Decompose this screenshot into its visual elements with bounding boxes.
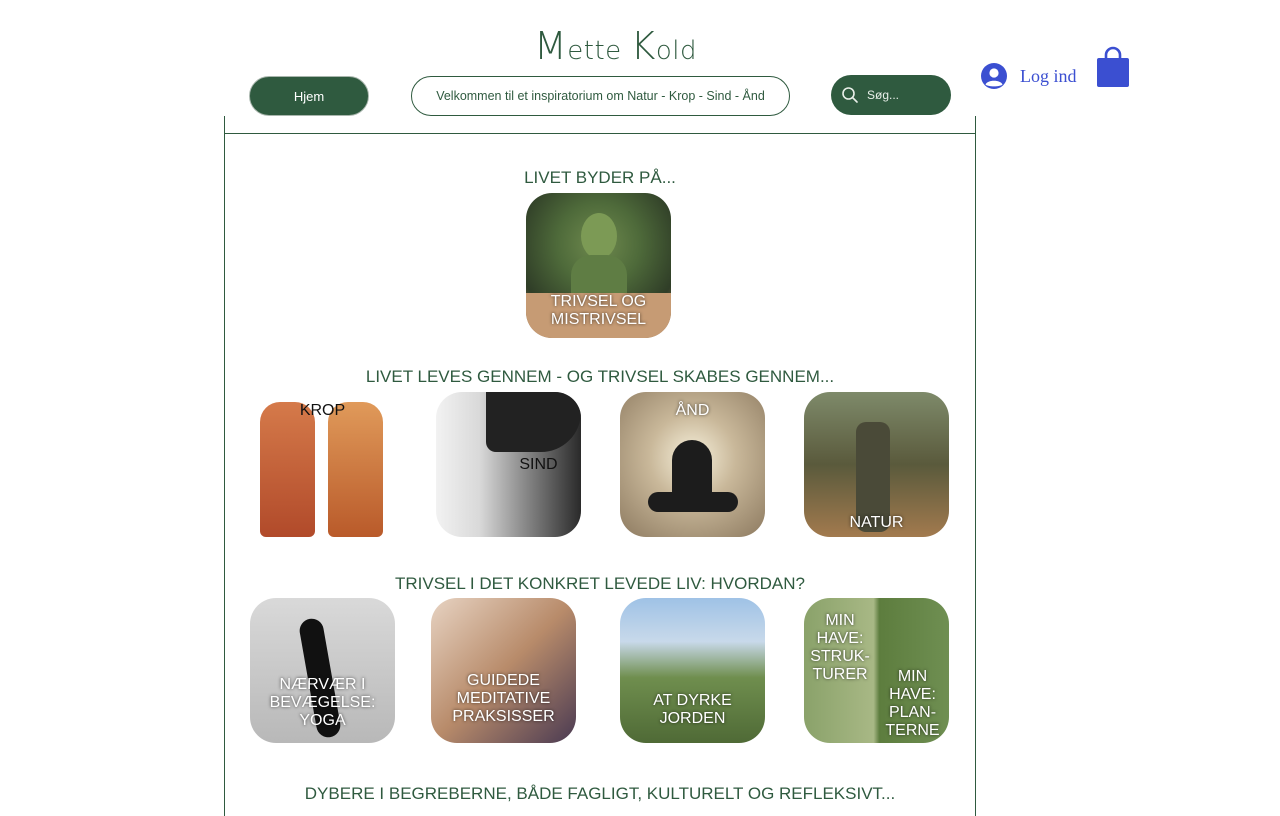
search-box[interactable]	[831, 75, 951, 115]
home-button[interactable]: Hjem	[249, 76, 369, 116]
tile-label-meditation: GUIDEDE MEDITATIVE PRAKSISSER	[452, 672, 555, 725]
tile-trivsel-og-mistrivsel[interactable]: TRIVSEL OG MISTRIVSEL	[526, 193, 671, 338]
section-heading-dybere: DYBERE I BEGREBERNE, BÅDE FAGLIGT, KULTU…	[304, 784, 896, 803]
tile-natur[interactable]: NATUR	[804, 392, 949, 537]
logo-first-rest: ette	[567, 36, 622, 66]
search-icon	[842, 87, 858, 103]
tile-label-natur: NATUR	[849, 514, 904, 531]
login-label: Log ind	[1020, 65, 1077, 86]
section-heading-livet-byder: LIVET BYDER PÅ...	[524, 168, 676, 187]
header-divider	[224, 133, 976, 134]
tile-label-yoga: NÆRVÆR I BEVÆGELSE: YOGA	[269, 676, 376, 729]
tile-label-trivsel: TRIVSEL OG MISTRIVSEL	[550, 293, 647, 328]
login-button[interactable]: Log ind	[980, 60, 1077, 92]
tile-krop[interactable]: KROP	[250, 392, 395, 537]
section-heading-trivsel-hvordan: TRIVSEL I DET KONKRET LEVEDE LIV: HVORDA…	[394, 574, 805, 593]
plant-figure-head	[581, 213, 617, 259]
tile-label-strukturer: MIN HAVE: STRUK-TURER	[810, 612, 870, 683]
tile-meditation[interactable]: GUIDEDE MEDITATIVE PRAKSISSER	[431, 598, 576, 743]
hair-shape	[486, 392, 581, 452]
anatomy-figure-male	[260, 402, 315, 537]
section-heading-livet-leves: LIVET LEVES GENNEM - OG TRIVSEL SKABES G…	[365, 367, 835, 386]
tile-label-aand: ÅND	[675, 402, 710, 419]
tile-jorden[interactable]: AT DYRKE JORDEN	[620, 598, 765, 743]
user-avatar-icon	[981, 63, 1007, 89]
site-logo[interactable]: Mette Kold	[534, 24, 697, 68]
anatomy-figure-female	[328, 402, 383, 537]
tile-aand[interactable]: ÅND	[620, 392, 765, 537]
tile-label-planter: MIN HAVE: PLAN-TERNE	[885, 668, 940, 739]
tile-min-have[interactable]: MIN HAVE: STRUK-TURER MIN HAVE: PLAN-TER…	[804, 598, 949, 743]
tile-yoga[interactable]: NÆRVÆR I BEVÆGELSE: YOGA	[250, 598, 395, 743]
tile-sind[interactable]: SIND	[436, 392, 581, 537]
tile-label-sind: SIND	[519, 456, 558, 473]
logo-last-initial: K	[630, 24, 656, 68]
search-input[interactable]	[865, 87, 939, 103]
tile-label-krop: KROP	[299, 402, 346, 419]
tile-label-jorden: AT DYRKE JORDEN	[653, 692, 732, 727]
welcome-banner[interactable]: Velkommen til et inspiratorium om Natur …	[411, 76, 790, 116]
crossed-legs	[648, 492, 738, 512]
logo-first-initial: M	[534, 24, 568, 68]
logo-last-rest: old	[655, 36, 698, 66]
shopping-bag-icon[interactable]	[1096, 46, 1130, 88]
